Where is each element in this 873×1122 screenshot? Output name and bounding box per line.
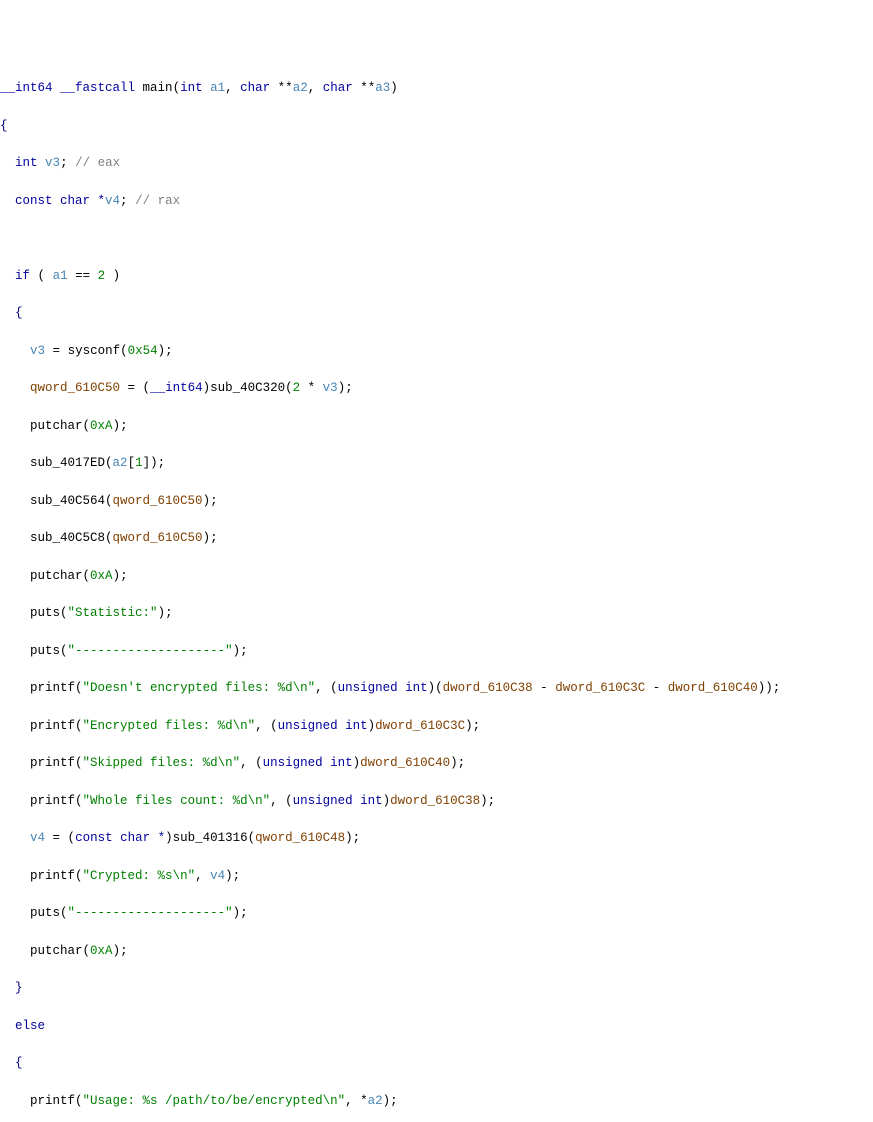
code-line: putchar(0xA);	[0, 417, 873, 436]
code-line: }	[0, 979, 873, 998]
function-name: main	[143, 81, 173, 95]
type-keyword: __int64 __fastcall	[0, 81, 135, 95]
code-line: sub_40C564(qword_610C50);	[0, 492, 873, 511]
code-line: printf("Skipped files: %d\n", (unsigned …	[0, 754, 873, 773]
code-line: else	[0, 1017, 873, 1036]
code-line: puts("Statistic:");	[0, 604, 873, 623]
code-line: if ( a1 == 2 )	[0, 267, 873, 286]
code-line: qword_610C50 = (__int64)sub_40C320(2 * v…	[0, 379, 873, 398]
code-line: printf("Encrypted files: %d\n", (unsigne…	[0, 717, 873, 736]
code-line: __int64 __fastcall main(int a1, char **a…	[0, 79, 873, 98]
code-line: puts("--------------------");	[0, 642, 873, 661]
code-line: printf("Doesn't encrypted files: %d\n", …	[0, 679, 873, 698]
code-line: v4 = (const char *)sub_401316(qword_610C…	[0, 829, 873, 848]
code-line: const char *v4; // rax	[0, 192, 873, 211]
code-line: printf("Crypted: %s\n", v4);	[0, 867, 873, 886]
code-line: puts("--------------------");	[0, 904, 873, 923]
code-line: printf("Usage: %s /path/to/be/encrypted\…	[0, 1092, 873, 1111]
code-line: {	[0, 1054, 873, 1073]
code-line	[0, 229, 873, 248]
code-line: printf("Whole files count: %d\n", (unsig…	[0, 792, 873, 811]
code-line: sub_40C5C8(qword_610C50);	[0, 529, 873, 548]
code-line: sub_4017ED(a2[1]);	[0, 454, 873, 473]
code-line: {	[0, 304, 873, 323]
code-line: putchar(0xA);	[0, 942, 873, 961]
code-line: {	[0, 117, 873, 136]
code-line: v3 = sysconf(0x54);	[0, 342, 873, 361]
code-line: putchar(0xA);	[0, 567, 873, 586]
code-line: int v3; // eax	[0, 154, 873, 173]
decompiled-code-view: __int64 __fastcall main(int a1, char **a…	[0, 56, 873, 1122]
